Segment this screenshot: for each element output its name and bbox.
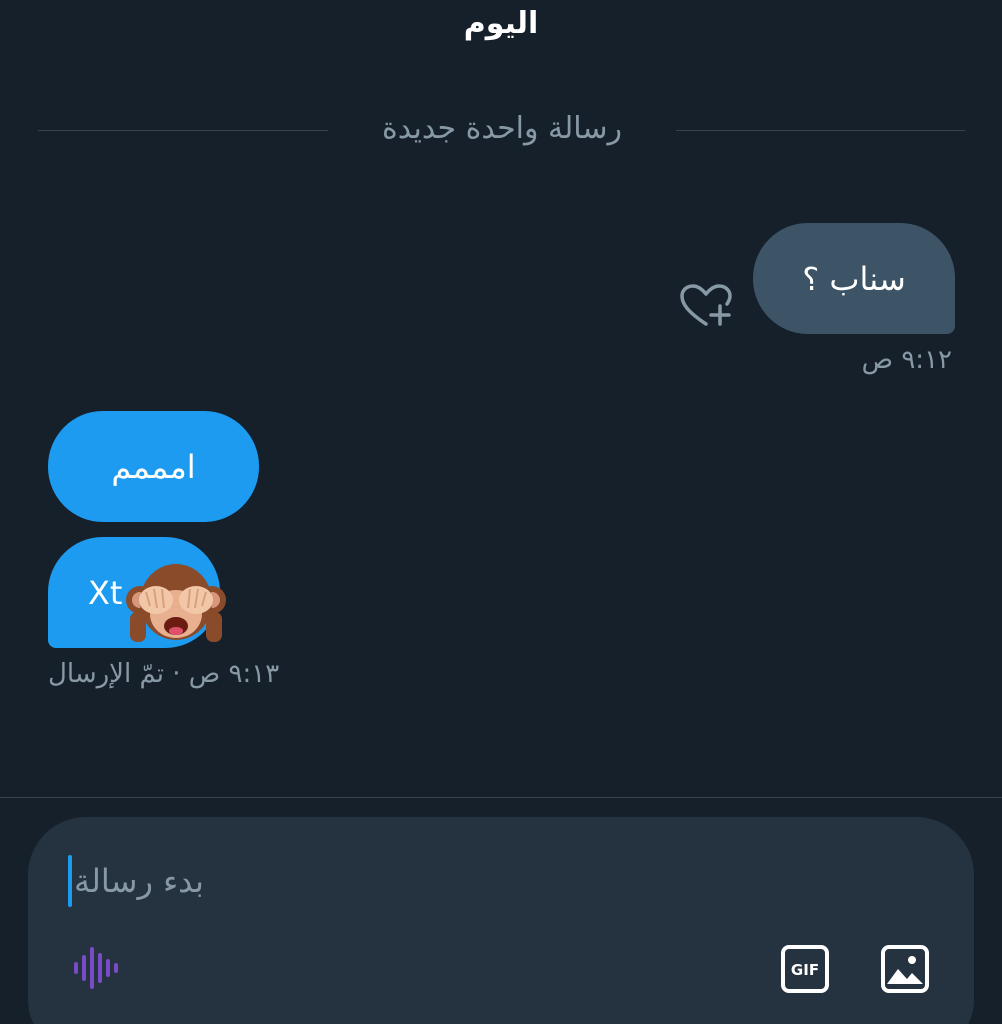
day-header: اليوم xyxy=(463,6,539,41)
text-caret xyxy=(68,855,72,907)
received-message-bubble[interactable]: امممم xyxy=(48,411,259,522)
new-message-divider: رسالة واحدة جديدة xyxy=(382,111,622,146)
message-text: امممم xyxy=(111,447,196,486)
dm-conversation-screen: اليوم رسالة واحدة جديدة سناب ؟ ٩:١٢ ص ام… xyxy=(0,0,1002,1024)
message-input-placeholder[interactable]: بدء رسالة xyxy=(74,859,204,903)
gif-icon[interactable]: GIF xyxy=(780,944,830,994)
message-text: سناب ؟ xyxy=(802,259,906,298)
see-no-evil-monkey-emoji xyxy=(126,564,226,642)
received-timestamp: ٩:١٣ ص · تمّ الإرسال xyxy=(48,659,280,689)
sent-timestamp: ٩:١٢ ص xyxy=(861,345,952,375)
message-composer[interactable]: بدء رسالة GIF xyxy=(28,817,974,1024)
divider-line-right xyxy=(676,130,965,131)
message-text: Xt xyxy=(88,573,123,612)
heart-plus-icon[interactable] xyxy=(678,282,734,330)
sent-message-bubble[interactable]: سناب ؟ xyxy=(753,223,955,334)
composer-divider xyxy=(0,797,1002,798)
divider-line-left xyxy=(38,130,328,131)
svg-text:GIF: GIF xyxy=(791,961,819,979)
voice-message-icon[interactable] xyxy=(72,945,122,991)
image-icon[interactable] xyxy=(880,944,930,994)
